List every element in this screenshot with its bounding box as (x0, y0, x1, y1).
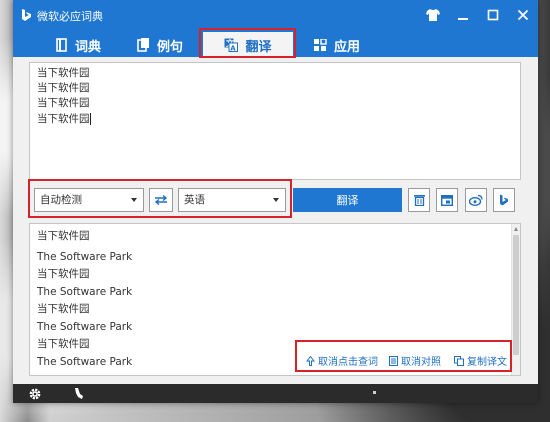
app-title: 微软必应词典 (37, 10, 103, 23)
result-pair: 当下软件园 The Software Park (37, 266, 513, 300)
chevron-down-icon (131, 198, 137, 202)
tab-label: 词典 (75, 39, 102, 55)
list-icon (389, 355, 398, 366)
source-text-input[interactable]: 当下软件园 当下软件园 当下软件园 当下软件园 (29, 62, 521, 180)
result-actions: 取消点击查词 取消对照 复制译文 (302, 348, 509, 372)
cancel-compare-button[interactable]: 取消对照 (389, 353, 441, 368)
chevron-down-icon (273, 198, 279, 202)
bing-icon (500, 194, 508, 206)
result-scrollbar[interactable] (511, 224, 520, 375)
action-label: 取消点击查词 (318, 357, 378, 368)
swap-languages-button[interactable] (149, 188, 173, 212)
trash-icon (413, 195, 425, 206)
svg-text:A: A (231, 45, 237, 53)
action-label: 取消对照 (401, 357, 441, 368)
bottom-status-bar (13, 384, 538, 403)
tab-dictionary[interactable]: 词典 (56, 33, 101, 57)
source-line: 当下软件园 (37, 97, 90, 109)
from-language-select[interactable]: 自动检测 (34, 188, 144, 212)
source-last-line: 当下软件园 (37, 111, 513, 127)
swap-icon (154, 195, 168, 205)
to-language-select[interactable]: 英语 (178, 188, 286, 212)
result-pair: 当下软件园 The Software Park (37, 228, 513, 265)
book-icon (56, 38, 67, 52)
translate-button[interactable]: 翻译 (293, 188, 402, 212)
result-translation-line[interactable]: The Software Park (37, 249, 513, 265)
grid-icon (314, 38, 327, 51)
minimize-icon[interactable] (454, 6, 472, 24)
window-mode-button[interactable] (436, 188, 458, 212)
settings-gear-icon[interactable] (27, 386, 43, 402)
weibo-share-button[interactable] (465, 188, 487, 212)
copy-icon (454, 355, 464, 366)
copy-translation-button[interactable]: 复制译文 (454, 353, 507, 368)
title-row: 微软必应词典 (13, 0, 538, 30)
action-label: 复制译文 (467, 357, 507, 368)
tshirt-skin-icon[interactable] (424, 6, 442, 24)
microphone-icon[interactable] (71, 386, 87, 402)
tab-label: 应用 (334, 39, 361, 55)
to-language-value: 英语 (184, 194, 205, 206)
tab-translate[interactable]: 文 A 翻译 (203, 32, 293, 58)
result-translation-line[interactable]: The Software Park (37, 319, 513, 335)
source-line: 当下软件园 (37, 82, 90, 94)
cancel-click-lookup-button[interactable]: 取消点击查词 (306, 353, 378, 368)
result-source-line[interactable]: 当下软件园 (37, 228, 513, 244)
translate-icon: 文 A (224, 38, 239, 53)
text-caret (89, 113, 91, 125)
tab-examples[interactable]: 例句 (137, 33, 183, 57)
maximize-icon[interactable] (484, 6, 502, 24)
tab-label: 例句 (157, 39, 184, 55)
pointer-icon (306, 355, 315, 366)
translate-toolbar: 自动检测 英语 翻译 (13, 188, 538, 214)
source-line: 当下软件园 (37, 113, 90, 125)
scroll-thumb[interactable] (513, 235, 519, 355)
document-icon (137, 38, 149, 52)
result-source-line[interactable]: 当下软件园 (37, 266, 513, 282)
bing-search-button[interactable] (493, 188, 515, 212)
dictionary-window: 微软必应词典 词典 例句 A 翻译 应用 当下软件园 当下软件园 当下软件园 当… (13, 0, 538, 403)
result-source-line[interactable]: 当下软件园 (37, 301, 513, 317)
result-pair: 当下软件园 The Software Park (37, 301, 513, 335)
tab-label: 翻译 (245, 39, 272, 55)
close-icon[interactable] (514, 6, 532, 24)
clear-button[interactable] (408, 188, 430, 212)
window-icon (441, 194, 453, 206)
status-dot (373, 391, 376, 394)
window-controls (424, 6, 532, 24)
title-bar: 微软必应词典 词典 例句 A 翻译 应用 (13, 0, 538, 58)
tab-apps[interactable]: 应用 (314, 33, 360, 57)
weibo-icon (469, 194, 483, 206)
bing-logo-icon (22, 9, 31, 21)
from-language-value: 自动检测 (40, 194, 82, 206)
result-translation-line[interactable]: The Software Park (37, 284, 513, 300)
source-line: 当下软件园 (37, 67, 90, 79)
main-tabs: 词典 例句 文 A 翻译 (13, 31, 538, 58)
scroll-up-icon[interactable] (514, 227, 518, 231)
